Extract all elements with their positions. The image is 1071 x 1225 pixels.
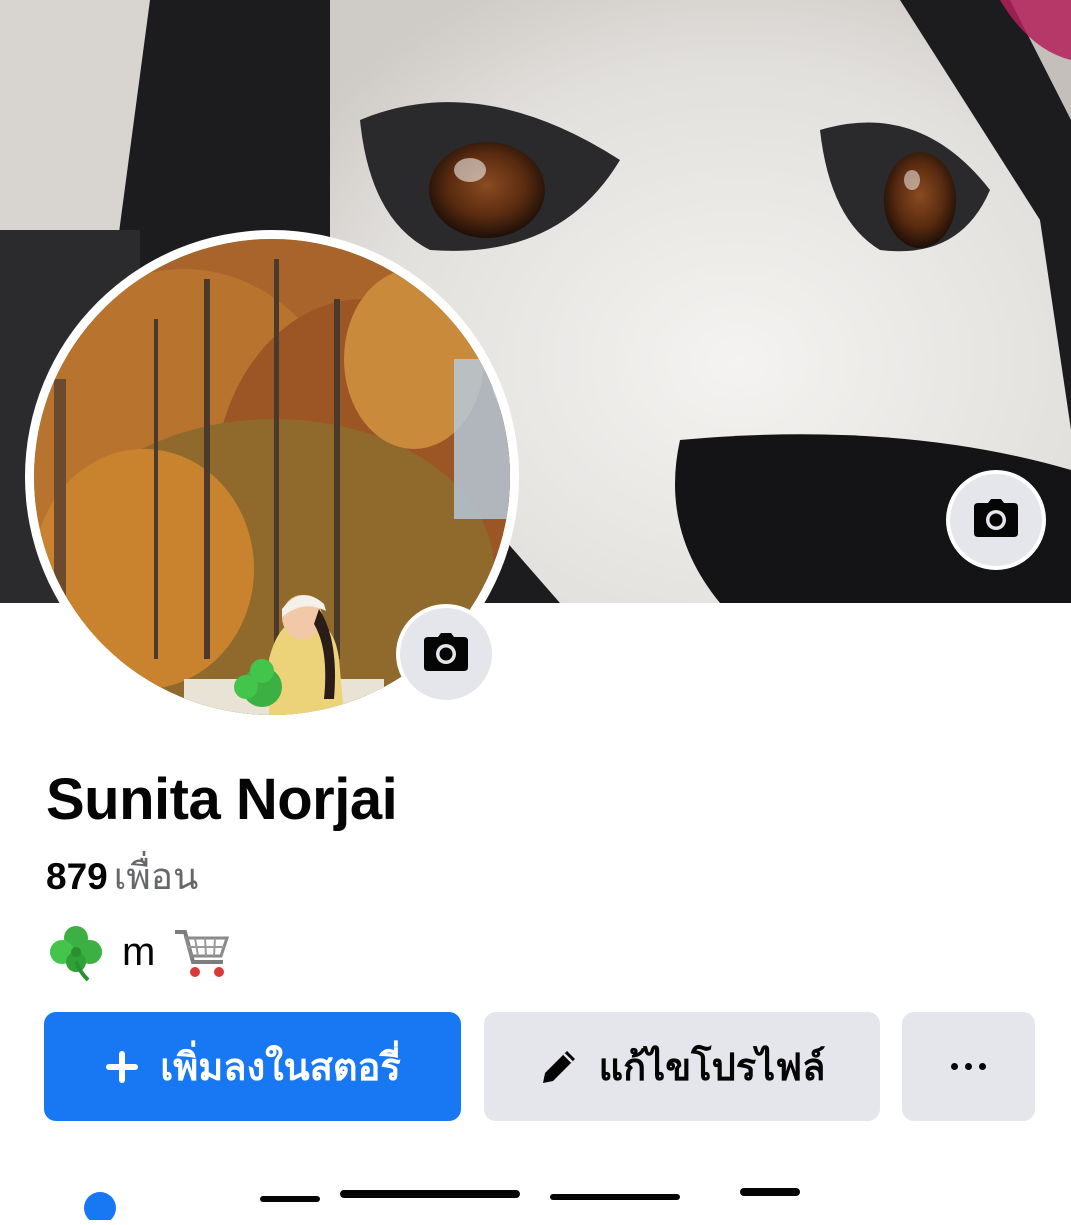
edit-profile-label: แก้ไขโปรไฟล์ (598, 1047, 826, 1089)
add-to-story-label: เพิ่มลงในสตอรี่ (160, 1047, 401, 1089)
profile-bio: m (46, 922, 231, 982)
cutoff-content-row (80, 1180, 980, 1224)
profile-name: Sunita Norjai (46, 767, 398, 832)
shopping-cart-icon (171, 922, 231, 982)
pencil-icon (539, 1047, 579, 1087)
four-leaf-clover-icon (46, 922, 106, 982)
edit-profile-button[interactable]: แก้ไขโปรไฟล์ (484, 1012, 880, 1121)
friends-count: 879 (46, 856, 108, 897)
camera-icon (974, 498, 1018, 542)
more-dots-icon (951, 1063, 986, 1070)
plus-icon (104, 1049, 140, 1085)
friends-count-link[interactable]: 879 เพื่อน (46, 855, 198, 899)
bio-text: m (122, 929, 156, 974)
add-to-story-button[interactable]: เพิ่มลงในสตอรี่ (44, 1012, 461, 1121)
friends-label: เพื่อน (113, 856, 199, 897)
cover-photo-edit-button[interactable] (946, 470, 1046, 570)
camera-icon (424, 632, 468, 676)
profile-picture-edit-button[interactable] (396, 604, 496, 704)
more-options-button[interactable] (902, 1012, 1035, 1121)
